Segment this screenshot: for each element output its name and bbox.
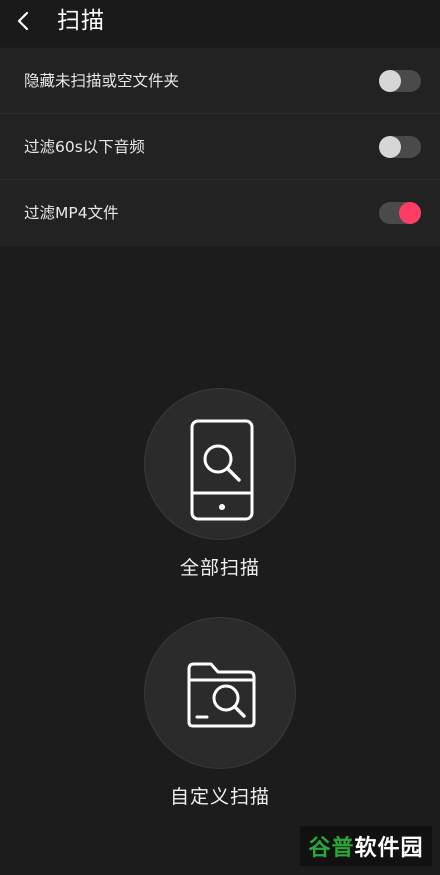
setting-filter-short-audio: 过滤60s以下音频 (0, 114, 440, 180)
setting-label: 过滤60s以下音频 (24, 138, 145, 156)
hide-empty-folders-toggle[interactable] (379, 70, 421, 92)
watermark-text-white: 软件园 (354, 836, 424, 861)
settings-list: 隐藏未扫描或空文件夹 过滤60s以下音频 过滤MP4文件 (0, 48, 440, 246)
setting-filter-mp4: 过滤MP4文件 (0, 180, 440, 246)
custom-scan-label: 自定义扫描 (169, 786, 270, 808)
toggle-knob (399, 202, 421, 224)
custom-scan-circle[interactable] (144, 617, 296, 769)
toggle-knob (379, 136, 401, 158)
back-button[interactable] (10, 6, 38, 36)
filter-short-audio-toggle[interactable] (379, 136, 421, 158)
phone-search-icon (190, 419, 254, 521)
watermark-text-green: 谷普 (308, 836, 355, 861)
chevron-left-icon (17, 11, 29, 31)
folder-search-icon (187, 662, 256, 728)
custom-scan-button[interactable]: 自定义扫描 (0, 617, 440, 827)
full-scan-button[interactable]: 全部扫描 (0, 388, 440, 598)
setting-hide-empty-folders: 隐藏未扫描或空文件夹 (0, 48, 440, 114)
header-bar: 扫描 (0, 0, 440, 46)
page-title: 扫描 (57, 8, 105, 34)
setting-label: 隐藏未扫描或空文件夹 (24, 72, 180, 90)
setting-label: 过滤MP4文件 (24, 204, 119, 222)
full-scan-circle[interactable] (144, 388, 296, 540)
toggle-knob (379, 70, 401, 92)
filter-mp4-toggle[interactable] (379, 202, 421, 224)
full-scan-label: 全部扫描 (179, 557, 260, 579)
watermark-logo: 谷普 软件园 (300, 826, 432, 866)
